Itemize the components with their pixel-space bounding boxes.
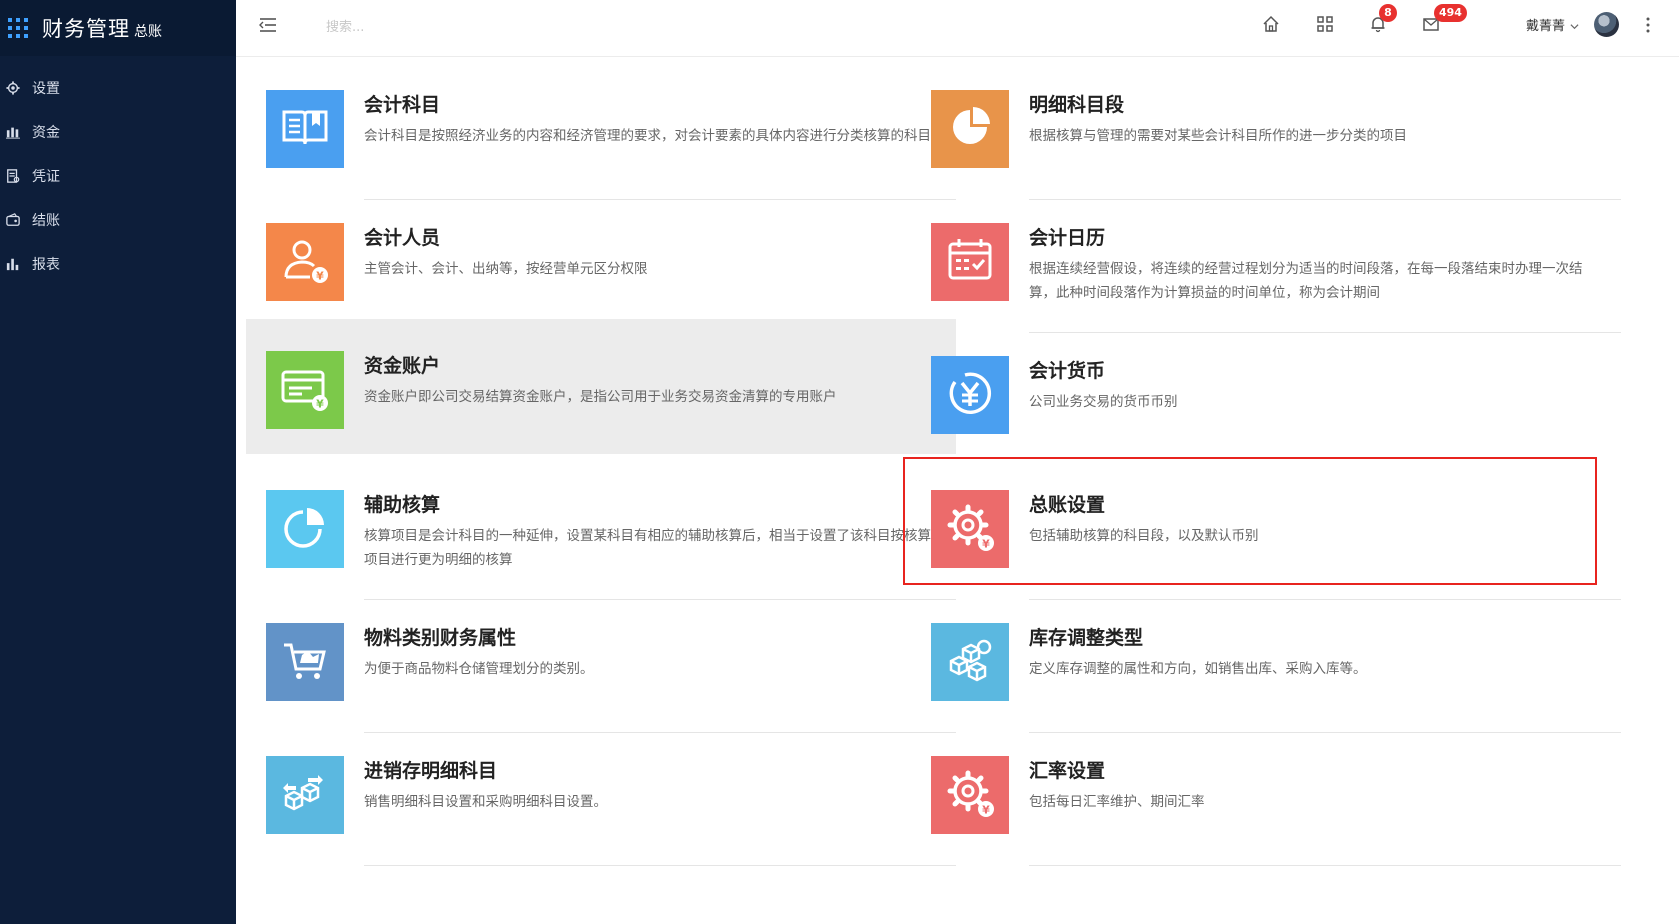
card-icon-box — [266, 756, 344, 834]
sidebar-item-funds[interactable]: 资金 — [0, 110, 236, 154]
search-input[interactable] — [326, 14, 586, 40]
card-title: 资金账户 — [364, 355, 441, 377]
card-title: 辅助核算 — [364, 494, 441, 516]
sidebar-item-label: 设置 — [32, 81, 60, 97]
card-description: 根据连续经营假设，将连续的经营过程划分为适当的时间段落，在每一段落结束时办理一次… — [1029, 261, 1583, 301]
yuan-circle-icon — [943, 366, 997, 424]
pie-chart-icon — [943, 100, 997, 158]
card-icon-box — [931, 623, 1009, 701]
voucher-icon — [6, 169, 20, 183]
message-icon[interactable]: 494 — [1422, 4, 1467, 35]
sidebar: 财务管理 总账 设置 资金 凭证 结账 报表 — [0, 0, 236, 924]
card-fund-account[interactable]: ¥ 资金账户 资金账户即公司交易结算资金账户，是指公司用于业务交易资金清算的专用… — [246, 319, 956, 454]
card-title: 会计科目 — [364, 94, 441, 116]
sidebar-item-label: 资金 — [32, 125, 60, 141]
calendar-icon — [943, 233, 997, 291]
avatar[interactable] — [1594, 12, 1619, 37]
divider — [1029, 865, 1621, 866]
bar-chart-icon — [6, 257, 20, 271]
gear-icon — [6, 81, 20, 95]
brand[interactable]: 财务管理 总账 — [0, 0, 236, 56]
card-accounting-currency[interactable]: 会计货币 公司业务交易的货币币别 — [911, 323, 1621, 466]
card-description: 包括每日汇率维护、期间汇率 — [1029, 794, 1205, 810]
card-description: 根据核算与管理的需要对某些会计科目所作的进一步分类的项目 — [1029, 128, 1407, 144]
app-title: 财务管理 — [42, 17, 130, 41]
card-icon-box — [266, 490, 344, 568]
app-grid-icon — [8, 18, 28, 38]
user-menu[interactable]: 戴菁菁 — [1526, 15, 1579, 34]
card-icon-box — [266, 623, 344, 701]
card-icon-box — [266, 90, 344, 168]
gear-yuan-icon: ¥ — [943, 766, 997, 824]
divider — [364, 865, 956, 866]
card-inventory-adjustment-type[interactable]: 库存调整类型 定义库存调整的属性和方向，如销售出库、采购入库等。 — [911, 590, 1621, 733]
card-title: 物料类别财务属性 — [364, 627, 517, 649]
card-accountant[interactable]: ¥ 会计人员 主管会计、会计、出纳等，按经营单元区分权限 — [246, 190, 956, 333]
app-subtitle: 总账 — [134, 24, 162, 40]
card-auxiliary-accounting[interactable]: 辅助核算 核算项目是会计科目的一种延伸，设置某科目有相应的辅助核算后，相当于设置… — [246, 457, 956, 600]
card-description: 定义库存调整的属性和方向，如销售出库、采购入库等。 — [1029, 661, 1367, 677]
sidebar-item-label: 结账 — [32, 213, 60, 229]
card-description: 核算项目是会计科目的一种延伸，设置某科目有相应的辅助核算后，相当于设置了该科目按… — [364, 528, 931, 568]
cart-icon — [278, 633, 332, 691]
sidebar-item-label: 凭证 — [32, 169, 60, 185]
notification-bell-icon[interactable]: 8 — [1369, 4, 1397, 35]
card-description: 资金账户即公司交易结算资金账户，是指公司用于业务交易资金清算的专用账户 — [364, 389, 837, 405]
boxes-arrows-icon — [278, 766, 332, 824]
card-description: 会计科目是按照经济业务的内容和经济管理的要求，对会计要素的具体内容进行分类核算的… — [364, 128, 931, 144]
card-title: 汇率设置 — [1029, 760, 1106, 782]
card-title: 会计人员 — [364, 227, 441, 249]
card-title: 会计货币 — [1029, 360, 1106, 382]
card-accounting-calendar[interactable]: 会计日历 根据连续经营假设，将连续的经营过程划分为适当的时间段落，在每一段落结束… — [911, 190, 1621, 333]
card-description: 为便于商品物料仓储管理划分的类别。 — [364, 661, 594, 677]
top-header: 8 494 戴菁菁 — [236, 0, 1679, 57]
card-title: 会计日历 — [1029, 227, 1106, 249]
settings-grid: 会计科目 会计科目是按照经济业务的内容和经济管理的要求，对会计要素的具体内容进行… — [236, 57, 1679, 924]
home-icon[interactable] — [1262, 15, 1282, 35]
card-description: 主管会计、会计、出纳等，按经营单元区分权限 — [364, 261, 648, 277]
apps-grid-icon[interactable] — [1316, 15, 1336, 35]
svg-text:¥: ¥ — [982, 804, 990, 817]
card-icon-box: ¥ — [931, 756, 1009, 834]
svg-text:¥: ¥ — [316, 398, 324, 411]
card-yuan-icon: ¥ — [278, 361, 332, 419]
fund-icon — [6, 125, 20, 139]
menu-toggle-icon[interactable] — [258, 15, 278, 35]
card-inventory-detail-subject[interactable]: 进销存明细科目 销售明细科目设置和采购明细科目设置。 — [246, 723, 956, 866]
sidebar-item-label: 报表 — [32, 257, 60, 273]
book-icon — [278, 100, 332, 158]
card-description: 公司业务交易的货币币别 — [1029, 394, 1178, 410]
sidebar-item-voucher[interactable]: 凭证 — [0, 154, 236, 198]
user-name: 戴菁菁 — [1526, 19, 1566, 34]
card-icon-box — [931, 90, 1009, 168]
card-title: 明细科目段 — [1029, 94, 1125, 116]
card-detail-segment[interactable]: 明细科目段 根据核算与管理的需要对某些会计科目所作的进一步分类的项目 — [911, 57, 1621, 200]
card-icon-box — [931, 223, 1009, 301]
sidebar-nav: 设置 资金 凭证 结账 报表 — [0, 66, 236, 286]
more-vertical-icon[interactable] — [1646, 16, 1650, 34]
sidebar-item-settings[interactable]: 设置 — [0, 66, 236, 110]
boxes-icon — [943, 633, 997, 691]
sidebar-item-reports[interactable]: 报表 — [0, 242, 236, 286]
svg-text:¥: ¥ — [316, 270, 324, 283]
wallet-icon — [6, 213, 20, 227]
card-title: 库存调整类型 — [1029, 627, 1144, 649]
message-badge: 494 — [1434, 4, 1467, 22]
card-material-category[interactable]: 物料类别财务属性 为便于商品物料仓储管理划分的类别。 — [246, 590, 956, 733]
card-icon-box: ¥ — [266, 223, 344, 301]
chevron-down-icon — [1570, 20, 1579, 30]
selection-highlight — [903, 457, 1597, 585]
pie-chart-icon — [278, 500, 332, 558]
sidebar-item-closing[interactable]: 结账 — [0, 198, 236, 242]
card-description: 销售明细科目设置和采购明细科目设置。 — [364, 794, 607, 810]
card-title: 进销存明细科目 — [364, 760, 498, 782]
card-icon-box: ¥ — [266, 351, 344, 429]
card-exchange-rate-settings[interactable]: ¥ 汇率设置 包括每日汇率维护、期间汇率 — [911, 723, 1621, 866]
card-accounting-subject[interactable]: 会计科目 会计科目是按照经济业务的内容和经济管理的要求，对会计要素的具体内容进行… — [246, 57, 956, 200]
card-icon-box — [931, 356, 1009, 434]
notification-badge: 8 — [1379, 4, 1397, 22]
user-yuan-icon: ¥ — [278, 233, 332, 291]
